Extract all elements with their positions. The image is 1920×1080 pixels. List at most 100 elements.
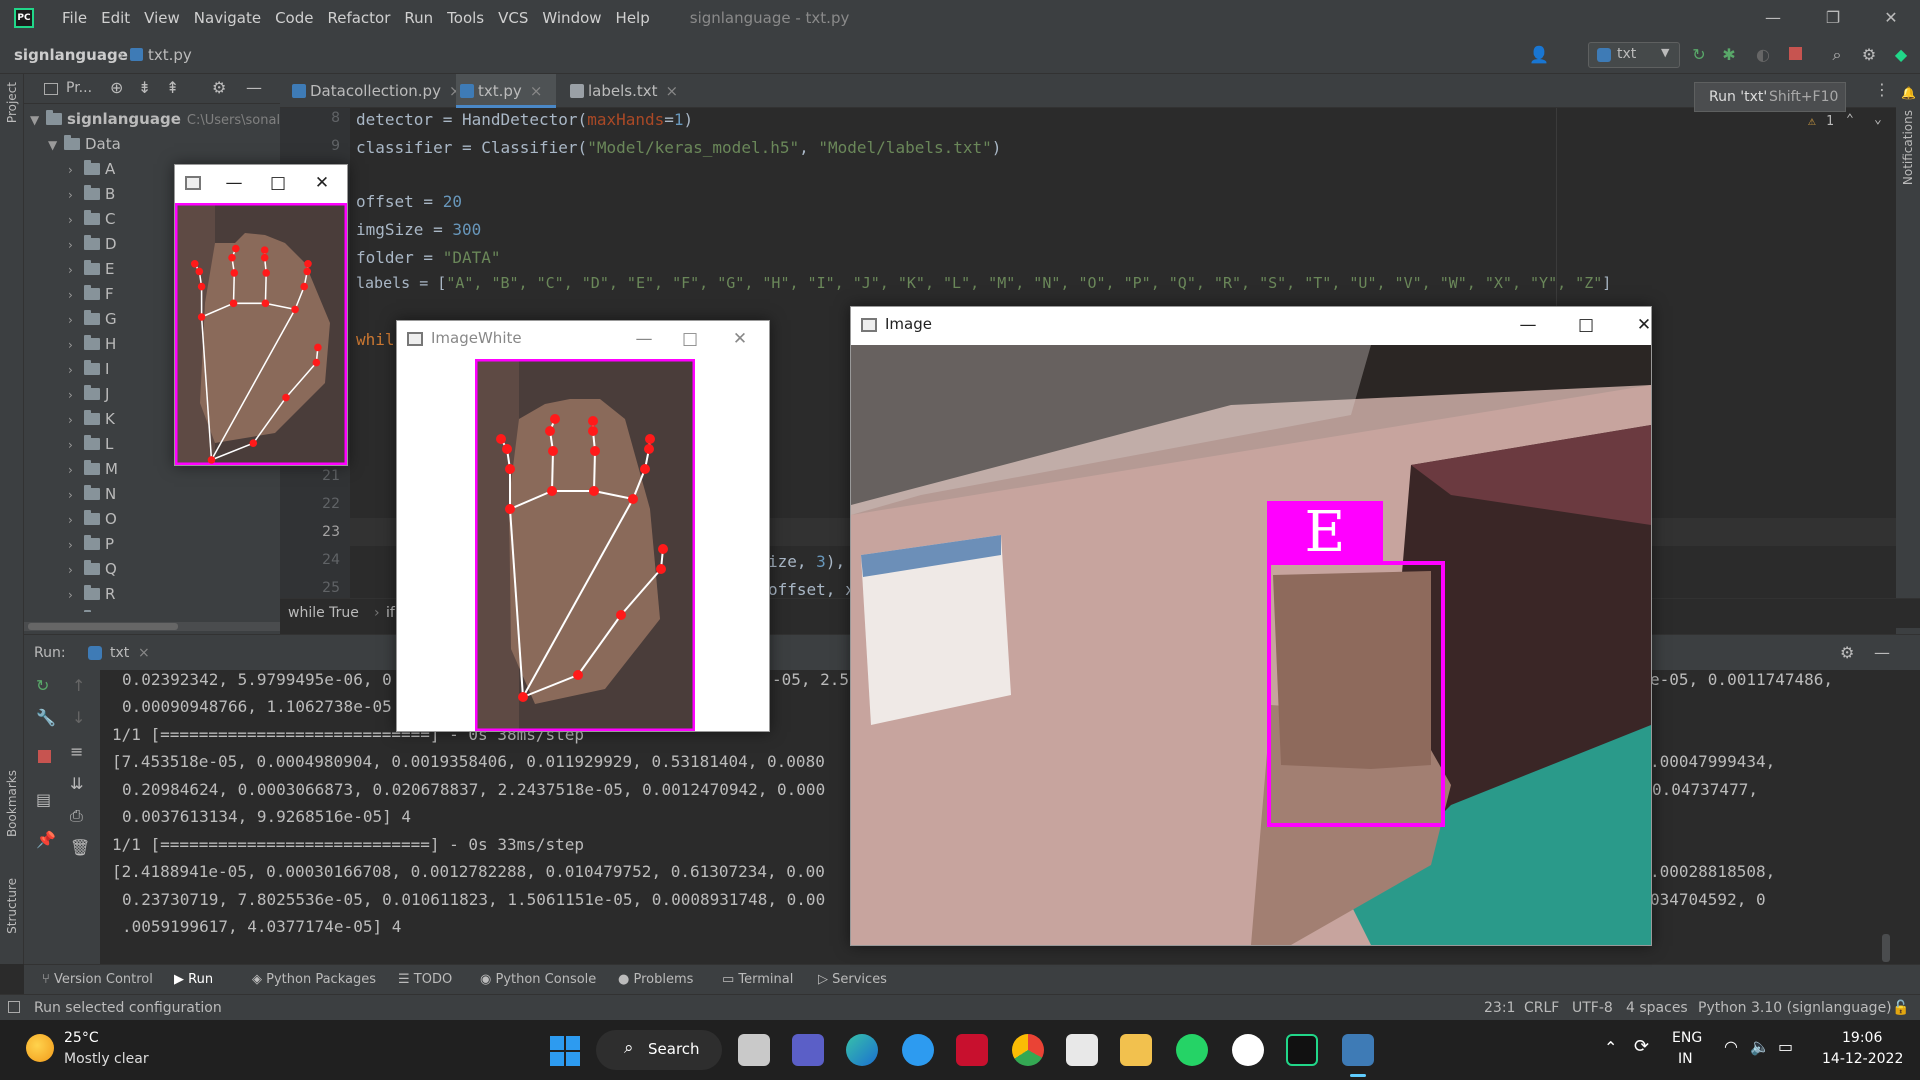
arrow-up-icon[interactable]: ↑ bbox=[72, 676, 85, 695]
tree-folder-q[interactable]: › Q bbox=[24, 557, 117, 582]
caret-position[interactable]: 23:1 bbox=[1484, 1000, 1515, 1016]
help-icon[interactable] bbox=[902, 1034, 934, 1066]
project-panel-title[interactable]: Pr... bbox=[66, 80, 92, 96]
tab-python-console[interactable]: ◉ Python Console bbox=[480, 972, 596, 987]
weather-moon-icon[interactable] bbox=[26, 1034, 54, 1062]
sync-icon[interactable]: ⟳ bbox=[1634, 1036, 1649, 1057]
scroll-to-end-icon[interactable]: ⇊ bbox=[70, 774, 83, 793]
pycharm-icon[interactable] bbox=[1286, 1034, 1318, 1066]
chevron-up-icon[interactable]: ⌃ bbox=[1846, 112, 1854, 127]
tree-folder-c[interactable]: › C bbox=[24, 207, 115, 232]
rerun-icon[interactable]: ↻ bbox=[36, 676, 49, 695]
tree-folder-h[interactable]: › H bbox=[24, 332, 116, 357]
structure-tool-tab[interactable]: Structure bbox=[5, 878, 19, 934]
breadcrumb-file[interactable]: txt.py bbox=[148, 46, 192, 64]
window-title-bar[interactable]: — □ ✕ bbox=[175, 165, 347, 201]
breadcrumb-if[interactable]: if bbox=[386, 605, 395, 621]
whatsapp-icon[interactable] bbox=[1176, 1034, 1208, 1066]
search-icon[interactable]: ⌕ bbox=[1826, 44, 1848, 66]
menu-edit[interactable]: Edit bbox=[101, 9, 130, 27]
indent-setting[interactable]: 4 spaces bbox=[1626, 1000, 1688, 1016]
tree-folder-l[interactable]: › L bbox=[24, 432, 113, 457]
taskbar-search[interactable]: ⌕ Search bbox=[596, 1030, 722, 1070]
close-tab-icon[interactable]: × bbox=[666, 82, 679, 100]
bookmarks-tool-tab[interactable]: Bookmarks bbox=[5, 770, 19, 837]
file-explorer-icon[interactable] bbox=[1120, 1034, 1152, 1066]
mcafee-icon[interactable] bbox=[956, 1034, 988, 1066]
breadcrumb-project[interactable]: signlanguage bbox=[14, 46, 128, 64]
hide-icon[interactable]: — bbox=[246, 78, 262, 97]
volume-icon[interactable]: 🔈 bbox=[1750, 1037, 1770, 1056]
wrench-icon[interactable]: 🔧 bbox=[36, 708, 56, 727]
maximize-icon[interactable]: □ bbox=[255, 165, 301, 201]
tree-folder-o[interactable]: › O bbox=[24, 507, 117, 532]
run-tab-name[interactable]: txt bbox=[110, 645, 129, 661]
tree-folder-k[interactable]: › K bbox=[24, 407, 115, 432]
tab-txt[interactable]: txt.py × bbox=[456, 74, 556, 108]
menu-help[interactable]: Help bbox=[616, 9, 650, 27]
document-icon[interactable] bbox=[1066, 1034, 1098, 1066]
minimize-icon[interactable]: — bbox=[211, 165, 257, 201]
tab-problems[interactable]: ● Problems bbox=[618, 972, 693, 987]
tab-terminal[interactable]: ▭ Terminal bbox=[722, 972, 793, 987]
tree-folder-f[interactable]: › F bbox=[24, 282, 114, 307]
rerun-icon[interactable]: ↻ bbox=[1688, 44, 1710, 66]
minimize-icon[interactable]: — bbox=[621, 321, 667, 357]
clock-time[interactable]: 19:06 bbox=[1842, 1030, 1882, 1046]
soft-wrap-icon[interactable]: ≡ bbox=[70, 742, 83, 761]
tree-data-folder[interactable]: ▼ Data bbox=[24, 132, 121, 157]
maximize-icon[interactable]: □ bbox=[1563, 307, 1609, 343]
menu-file[interactable]: File bbox=[62, 9, 87, 27]
print-icon[interactable]: ⎙ bbox=[70, 806, 83, 826]
tree-folder-n[interactable]: › N bbox=[24, 482, 116, 507]
menu-run[interactable]: Run bbox=[404, 9, 433, 27]
menu-navigate[interactable]: Navigate bbox=[194, 9, 261, 27]
tree-folder-p[interactable]: › P bbox=[24, 532, 114, 557]
warning-count[interactable]: 1 bbox=[1826, 114, 1834, 129]
crosshair-icon[interactable]: ⊕ bbox=[110, 78, 123, 97]
arrow-down-icon[interactable]: ↓ bbox=[72, 708, 85, 727]
task-view-icon[interactable] bbox=[738, 1034, 770, 1066]
jetbrains-icon[interactable]: ◆ bbox=[1890, 44, 1912, 66]
project-tool-tab[interactable]: Project bbox=[5, 82, 19, 123]
tab-version-control[interactable]: ⑂ Version Control bbox=[42, 972, 153, 987]
weather-desc[interactable]: Mostly clear bbox=[64, 1051, 149, 1067]
lock-icon[interactable]: 🔓 bbox=[1892, 1000, 1909, 1016]
gear-icon[interactable]: ⚙ bbox=[212, 78, 226, 97]
chrome-icon[interactable] bbox=[1012, 1034, 1044, 1066]
weather-temp[interactable]: 25°C bbox=[64, 1030, 99, 1046]
stop-icon[interactable] bbox=[38, 750, 51, 763]
layout-icon[interactable] bbox=[8, 1001, 20, 1013]
scrollbar-thumb[interactable] bbox=[28, 623, 178, 630]
tree-folder-r[interactable]: › R bbox=[24, 582, 115, 607]
bell-icon[interactable]: 🔔 bbox=[1901, 86, 1916, 100]
python-interpreter[interactable]: Python 3.10 (signlanguage) bbox=[1698, 1000, 1892, 1016]
line-separator[interactable]: CRLF bbox=[1524, 1000, 1559, 1016]
close-icon[interactable]: ✕ bbox=[299, 165, 345, 201]
notifications-tool-tab[interactable]: Notifications bbox=[1901, 110, 1915, 185]
teams-icon[interactable] bbox=[792, 1034, 824, 1066]
warning-icon[interactable]: ⚠ bbox=[1808, 114, 1816, 129]
gear-icon[interactable]: ⚙ bbox=[1840, 643, 1854, 662]
minimize-icon[interactable]: — bbox=[1505, 307, 1551, 343]
pin-icon[interactable]: 📌 bbox=[36, 830, 56, 849]
tree-folder-m[interactable]: › M bbox=[24, 457, 118, 482]
user-icon[interactable]: 👤 bbox=[1528, 44, 1550, 66]
chevron-down-icon[interactable]: ⌄ bbox=[1874, 112, 1882, 127]
layout-icon[interactable]: ▤ bbox=[36, 790, 51, 809]
edge-icon[interactable] bbox=[846, 1034, 878, 1066]
maximize-icon[interactable]: □ bbox=[667, 321, 713, 357]
hide-icon[interactable]: — bbox=[1874, 643, 1890, 662]
menu-vcs[interactable]: VCS bbox=[498, 9, 528, 27]
breadcrumb-while[interactable]: while True bbox=[288, 605, 359, 621]
close-tab-icon[interactable]: × bbox=[138, 645, 150, 661]
language-primary[interactable]: ENG bbox=[1672, 1030, 1702, 1046]
more-icon[interactable]: ⋮ bbox=[1874, 80, 1890, 99]
file-encoding[interactable]: UTF-8 bbox=[1572, 1000, 1613, 1016]
menu-window[interactable]: Window bbox=[542, 9, 601, 27]
restore-icon[interactable]: ❐ bbox=[1804, 0, 1862, 36]
clock-date[interactable]: 14-12-2022 bbox=[1822, 1051, 1903, 1067]
tab-todo[interactable]: ☰ TODO bbox=[398, 972, 452, 987]
chevron-up-icon[interactable]: ⌃ bbox=[1604, 1038, 1617, 1057]
close-tab-icon[interactable]: × bbox=[530, 82, 543, 100]
